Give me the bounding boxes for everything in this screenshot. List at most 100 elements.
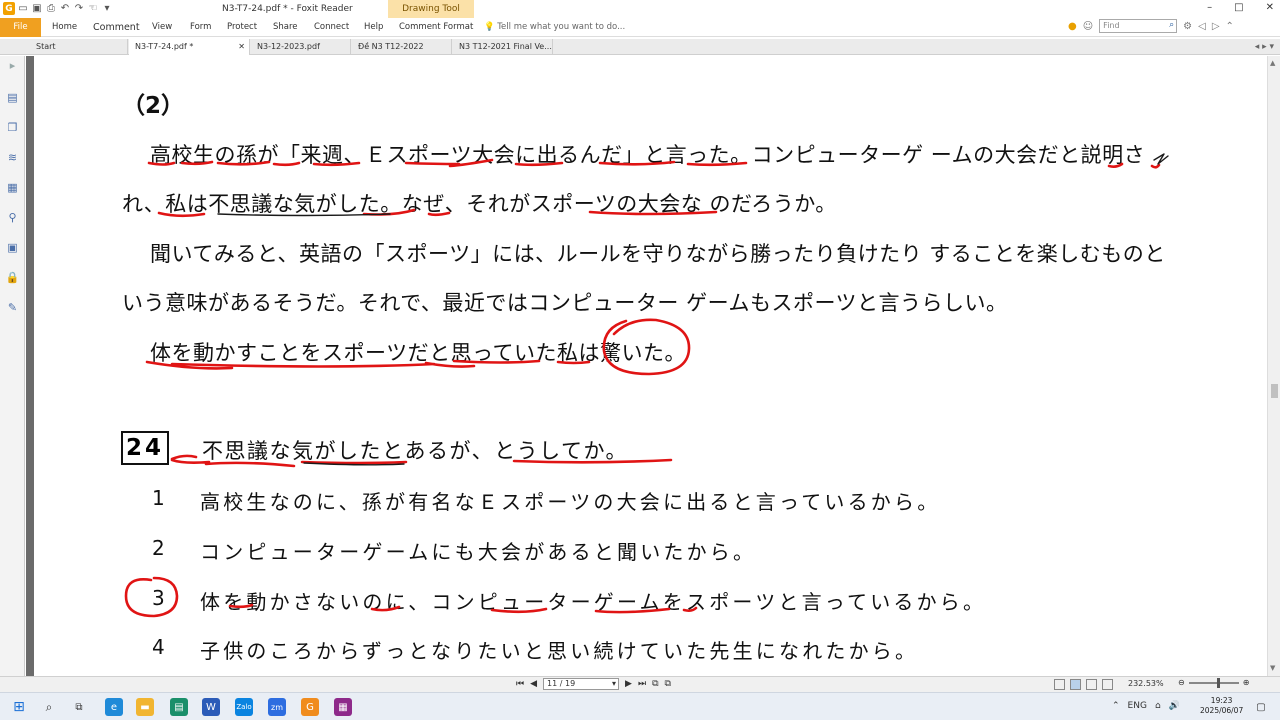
ink-underline bbox=[145, 359, 591, 370]
next-page-icon[interactable]: ▶ bbox=[625, 679, 632, 689]
close-tab-icon[interactable]: ✕ bbox=[238, 39, 245, 55]
tab-scroll-arrows[interactable]: ◂ ▸ ▾ bbox=[1255, 39, 1274, 55]
edge-icon[interactable]: e bbox=[105, 698, 123, 716]
next-view-icon[interactable]: ⧉ bbox=[665, 679, 671, 689]
foxit-icon[interactable]: G bbox=[301, 698, 319, 716]
user-icon[interactable]: ☺ bbox=[1083, 21, 1093, 32]
doc-tab-n3-t12-2022[interactable]: Đề N3 T12-2022 Final... bbox=[352, 39, 452, 67]
hand-tool-icon[interactable]: ☜ bbox=[87, 2, 99, 15]
redo-icon[interactable]: ↷ bbox=[73, 2, 85, 15]
tab-comment-format[interactable]: Comment Format bbox=[399, 18, 473, 37]
next-result-icon[interactable]: ▷ bbox=[1212, 21, 1220, 32]
lang-indicator[interactable]: ENG bbox=[1128, 701, 1147, 711]
scroll-up-icon[interactable]: ▲ bbox=[1270, 59, 1275, 67]
expand-panel-icon[interactable]: ▸ bbox=[5, 58, 20, 73]
windows-start-icon[interactable]: ⊞ bbox=[10, 698, 28, 716]
security-lock-icon[interactable]: 🔒 bbox=[5, 270, 20, 285]
tab-connect[interactable]: Connect bbox=[314, 18, 349, 37]
find-input[interactable]: Find ⌕ bbox=[1099, 19, 1178, 33]
scroll-down-icon[interactable]: ▼ bbox=[1270, 664, 1275, 672]
collapse-ribbon-icon[interactable]: ⌃ bbox=[1226, 21, 1234, 32]
zoom-controls: ⊖ ⊕ bbox=[1178, 677, 1250, 688]
store-icon[interactable]: ▤ bbox=[170, 698, 188, 716]
signature-icon[interactable]: ✎ bbox=[5, 300, 20, 315]
customize-qat-icon[interactable]: ▾ bbox=[101, 2, 113, 15]
minimize-button[interactable]: – bbox=[1207, 2, 1212, 13]
system-tray: ⌃ ENG ⌂ 🔊 bbox=[1112, 701, 1180, 711]
tab-help[interactable]: Help bbox=[364, 18, 383, 37]
zoom-level[interactable]: 232.53% bbox=[1128, 679, 1164, 688]
prev-result-icon[interactable]: ◁ bbox=[1198, 21, 1206, 32]
page-navigation: ⏮ ◀ 11 / 19 ▾ ▶ ⏭ ⧉ ⧉ bbox=[516, 678, 671, 690]
undo-icon[interactable]: ↶ bbox=[59, 2, 71, 15]
continuous-facing-view-icon[interactable] bbox=[1102, 679, 1113, 690]
search-icon: ⌕ bbox=[1169, 20, 1175, 30]
close-button[interactable]: ✕ bbox=[1266, 2, 1274, 13]
content-icon[interactable]: ▣ bbox=[5, 240, 20, 255]
doc-tab-n3-12-2023[interactable]: N3-12-2023.pdf bbox=[251, 39, 351, 55]
view-mode-buttons bbox=[1054, 679, 1113, 690]
tab-share[interactable]: Share bbox=[273, 18, 298, 37]
page-number-input[interactable]: 11 / 19 ▾ bbox=[543, 678, 620, 690]
chevron-down-icon[interactable]: ▾ bbox=[612, 679, 616, 689]
tell-me-box[interactable]: 💡 Tell me what you want to do... bbox=[484, 18, 625, 37]
facing-view-icon[interactable] bbox=[1086, 679, 1097, 690]
word-icon[interactable]: W bbox=[202, 698, 220, 716]
last-page-icon[interactable]: ⏭ bbox=[638, 679, 646, 689]
zoom-slider[interactable] bbox=[1188, 677, 1239, 688]
tab-form[interactable]: Form bbox=[190, 18, 211, 37]
zalo-icon[interactable]: Zalo bbox=[235, 698, 253, 716]
doc-tab-start[interactable]: Start bbox=[30, 39, 128, 55]
print-icon[interactable]: ⎙ bbox=[45, 2, 57, 15]
settings-icon[interactable]: ⚙ bbox=[1183, 21, 1192, 32]
ribbon-tabs: File Home Comment View Form Protect Shar… bbox=[0, 18, 1280, 37]
pdf-page[interactable]: （2） 高校生の孫が「来週、Ｅスポーツ大会に出るんだ」と言った。コンピューターゲ… bbox=[34, 56, 1267, 676]
vertical-scrollbar[interactable]: ▲ ▼ bbox=[1267, 56, 1280, 676]
layers-icon[interactable]: ≋ bbox=[5, 150, 20, 165]
zoom-icon[interactable]: zm bbox=[268, 698, 286, 716]
tab-home[interactable]: Home bbox=[52, 18, 77, 37]
doc-tab-n3-t12-2021[interactable]: N3 T12-2021 Final Ve... bbox=[453, 39, 553, 55]
attachment-icon[interactable]: ⚲ bbox=[5, 210, 20, 225]
document-tabs: Start N3-T7-24.pdf * ✕ N3-12-2023.pdf Đề… bbox=[0, 39, 1280, 67]
maximize-button[interactable]: □ bbox=[1234, 2, 1243, 13]
tab-protect[interactable]: Protect bbox=[227, 18, 257, 37]
comments-icon[interactable]: ▦ bbox=[5, 180, 20, 195]
tab-view[interactable]: View bbox=[152, 18, 172, 37]
tray-overflow-icon[interactable]: ⌃ bbox=[1112, 701, 1120, 711]
taskbar-clock[interactable]: 19:23 2025/06/07 bbox=[1200, 696, 1243, 716]
network-icon[interactable]: ⌂ bbox=[1155, 701, 1161, 711]
zoom-slider-handle[interactable] bbox=[1216, 677, 1220, 688]
previous-view-icon[interactable]: ⧉ bbox=[652, 679, 658, 689]
open-icon[interactable]: ▭ bbox=[17, 2, 29, 15]
winrar-icon[interactable]: ▦ bbox=[334, 698, 352, 716]
window-controls: – □ ✕ bbox=[1207, 2, 1274, 13]
tab-file[interactable]: File bbox=[0, 18, 41, 37]
continuous-view-icon[interactable] bbox=[1070, 679, 1081, 690]
zoom-out-icon[interactable]: ⊖ bbox=[1178, 678, 1185, 687]
doc-tab-n3-t7-24[interactable]: N3-T7-24.pdf * ✕ bbox=[129, 39, 250, 55]
search-icon[interactable]: ⌕ bbox=[40, 698, 58, 716]
windows-taskbar: ⊞ ⌕ ⧉ e ▬ ▤ W Zalo zm G ▦ ⌃ ENG ⌂ 🔊 19:2… bbox=[0, 692, 1280, 720]
ink-underline bbox=[170, 454, 673, 468]
volume-icon[interactable]: 🔊 bbox=[1169, 701, 1180, 711]
file-explorer-icon[interactable]: ▬ bbox=[136, 698, 154, 716]
zoom-in-icon[interactable]: ⊕ bbox=[1243, 678, 1250, 687]
pages-icon[interactable]: ❐ bbox=[5, 120, 20, 135]
lightbulb-icon: 💡 bbox=[484, 22, 498, 32]
save-icon[interactable]: ▣ bbox=[31, 2, 43, 15]
first-page-icon[interactable]: ⏮ bbox=[516, 679, 524, 689]
window-title: N3-T7-24.pdf * - Foxit Reader bbox=[222, 4, 353, 14]
status-bar: ⏮ ◀ 11 / 19 ▾ ▶ ⏭ ⧉ ⧉ 232.53% ⊖ ⊕ bbox=[0, 676, 1280, 692]
ink-underline bbox=[147, 158, 1161, 169]
notifications-icon[interactable]: ▢ bbox=[1252, 698, 1270, 716]
scroll-thumb[interactable] bbox=[1271, 384, 1278, 398]
single-page-view-icon[interactable] bbox=[1054, 679, 1065, 690]
task-view-icon[interactable]: ⧉ bbox=[70, 698, 88, 716]
tab-comment[interactable]: Comment bbox=[93, 18, 140, 37]
bell-icon[interactable]: ● bbox=[1068, 21, 1077, 32]
prev-page-icon[interactable]: ◀ bbox=[530, 679, 537, 689]
ink-circle bbox=[124, 576, 179, 618]
foxit-logo-icon: G bbox=[3, 2, 15, 15]
bookmark-icon[interactable]: ▤ bbox=[5, 90, 20, 105]
